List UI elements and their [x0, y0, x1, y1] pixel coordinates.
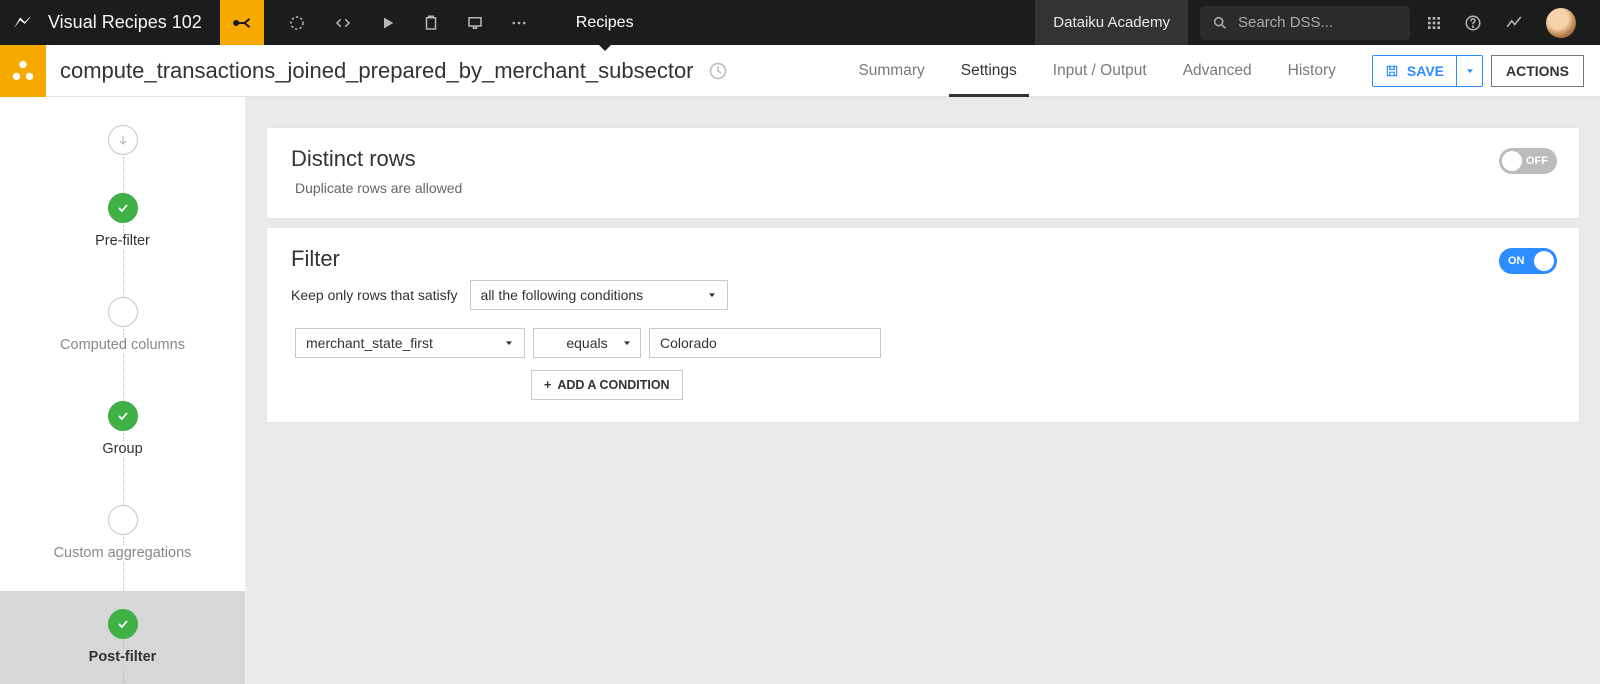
save-label: SAVE	[1407, 63, 1444, 79]
add-condition-button[interactable]: + ADD A CONDITION	[531, 370, 683, 400]
search-placeholder: Search DSS...	[1238, 14, 1333, 31]
filter-toggle[interactable]: ON	[1499, 248, 1557, 274]
refresh-icon[interactable]	[708, 61, 728, 81]
clipboard-icon[interactable]	[422, 14, 440, 32]
chevron-down-icon	[504, 338, 514, 348]
tab-summary[interactable]: Summary	[840, 45, 942, 97]
plus-icon: +	[544, 378, 551, 392]
search-input[interactable]: Search DSS...	[1200, 6, 1410, 40]
apps-icon[interactable]	[1426, 15, 1442, 31]
monitor-icon[interactable]	[466, 14, 484, 32]
run-icon[interactable]	[380, 15, 396, 31]
tools-icon[interactable]	[288, 14, 306, 32]
filter-title: Filter	[291, 246, 1555, 272]
breadcrumb[interactable]: Recipes	[552, 0, 658, 45]
distinct-desc: Duplicate rows are allowed	[291, 180, 1555, 196]
step-postfilter[interactable]: Post-filter	[0, 591, 245, 684]
distinct-toggle[interactable]: OFF	[1499, 148, 1557, 174]
recipe-icon	[0, 45, 46, 97]
top-icons	[264, 14, 552, 32]
keep-label: Keep only rows that satisfy	[291, 287, 458, 303]
actions-button[interactable]: ACTIONS	[1491, 55, 1584, 87]
code-icon[interactable]	[332, 14, 354, 32]
save-group: SAVE	[1372, 55, 1483, 87]
filter-card: Filter ON Keep only rows that satisfy al…	[266, 227, 1580, 423]
logo-icon[interactable]	[0, 12, 44, 34]
step-group[interactable]: Group	[0, 401, 245, 505]
distinct-title: Distinct rows	[291, 146, 1555, 172]
pulse-icon[interactable]	[1504, 14, 1524, 32]
academy-link[interactable]: Dataiku Academy	[1035, 0, 1188, 45]
tabs: Summary Settings Input / Output Advanced…	[840, 45, 1353, 97]
step-prefilter[interactable]: Pre-filter	[0, 193, 245, 297]
tab-settings[interactable]: Settings	[943, 45, 1035, 97]
step-computed-columns[interactable]: Computed columns	[0, 297, 245, 401]
condition-operator-select[interactable]: equals	[533, 328, 641, 358]
chevron-down-icon	[622, 338, 632, 348]
chevron-down-icon	[707, 290, 717, 300]
tab-advanced[interactable]: Advanced	[1165, 45, 1270, 97]
flow-icon[interactable]	[220, 0, 264, 45]
page-title: compute_transactions_joined_prepared_by_…	[46, 58, 708, 84]
main-panel: Distinct rows Duplicate rows are allowed…	[246, 97, 1600, 684]
filter-mode-select[interactable]: all the following conditions	[470, 280, 728, 310]
more-icon[interactable]	[510, 14, 528, 32]
help-icon[interactable]	[1464, 14, 1482, 32]
steps-sidebar: Pre-filter Computed columns Group Custom…	[0, 97, 246, 684]
condition-value-input[interactable]	[649, 328, 881, 358]
save-dropdown[interactable]	[1456, 56, 1482, 86]
project-name[interactable]: Visual Recipes 102	[44, 12, 220, 33]
distinct-rows-card: Distinct rows Duplicate rows are allowed…	[266, 127, 1580, 219]
tab-history[interactable]: History	[1270, 45, 1354, 97]
avatar[interactable]	[1546, 8, 1576, 38]
top-right	[1420, 8, 1600, 38]
topbar: Visual Recipes 102 Recipes Dataiku Acade…	[0, 0, 1600, 45]
step-input[interactable]	[0, 125, 245, 193]
tab-io[interactable]: Input / Output	[1035, 45, 1165, 97]
condition-row: merchant_state_first equals	[295, 328, 1555, 358]
sub-header: compute_transactions_joined_prepared_by_…	[0, 45, 1600, 97]
save-button[interactable]: SAVE	[1373, 63, 1456, 79]
condition-column-select[interactable]: merchant_state_first	[295, 328, 525, 358]
